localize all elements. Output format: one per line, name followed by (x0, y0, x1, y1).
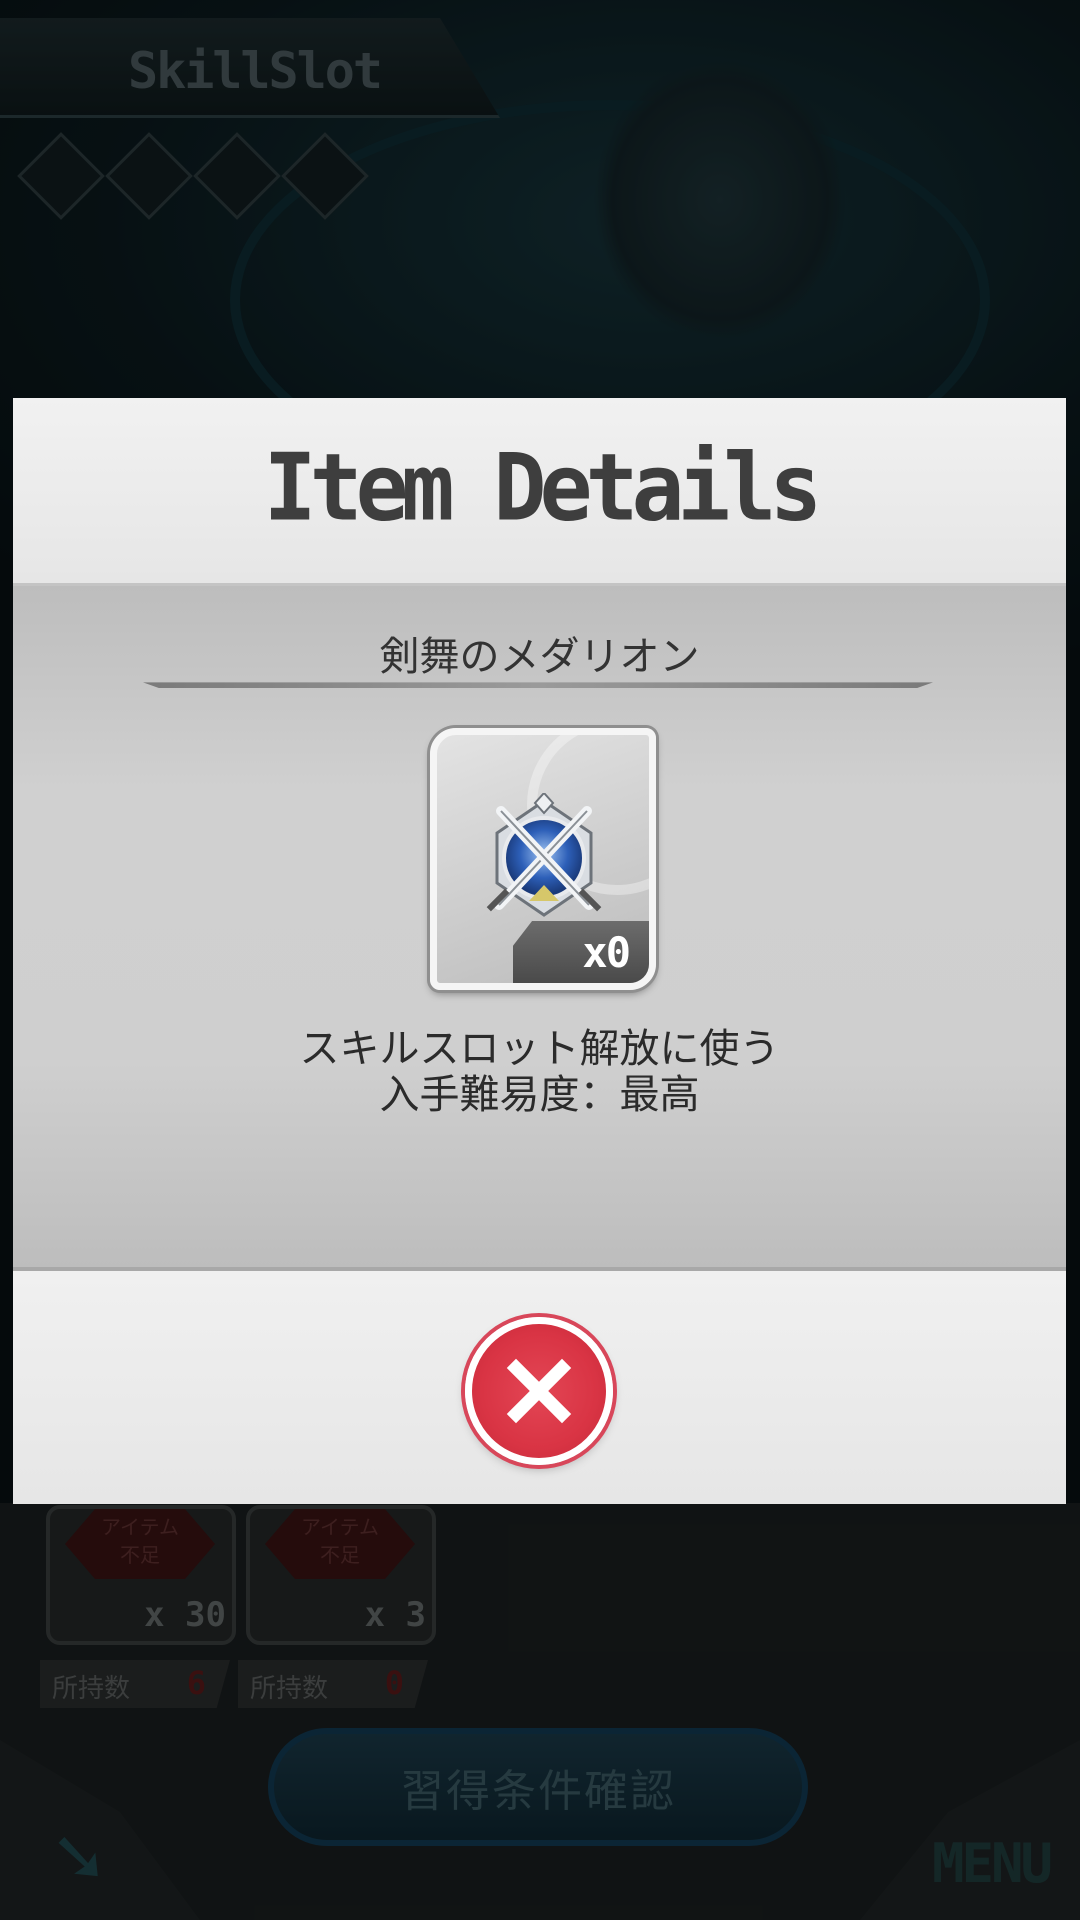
dialog-body: 剣舞のメダリオン x0 スキルスロット解放に使う 入手難易度：最高 (13, 586, 1066, 1271)
dialog-footer (13, 1271, 1066, 1504)
item-description: スキルスロット解放に使う 入手難易度：最高 (13, 1026, 1066, 1118)
close-x-icon (506, 1358, 572, 1424)
dialog-header: Item Details (13, 398, 1066, 586)
item-name: 剣舞のメダリオン (379, 634, 700, 680)
item-details-dialog: Item Details 剣舞のメダリオン x0 スキルスロット解放に使う 入手… (13, 398, 1066, 1504)
item-card: x0 (430, 728, 656, 990)
crossed-swords-medallion-icon (486, 793, 602, 917)
item-count: x0 (582, 928, 631, 977)
difficulty-line: 入手難易度：最高 (379, 1072, 700, 1118)
close-button[interactable] (465, 1317, 613, 1465)
description-line: スキルスロット解放に使う (299, 1026, 780, 1072)
dialog-title: Item Details (263, 433, 823, 542)
